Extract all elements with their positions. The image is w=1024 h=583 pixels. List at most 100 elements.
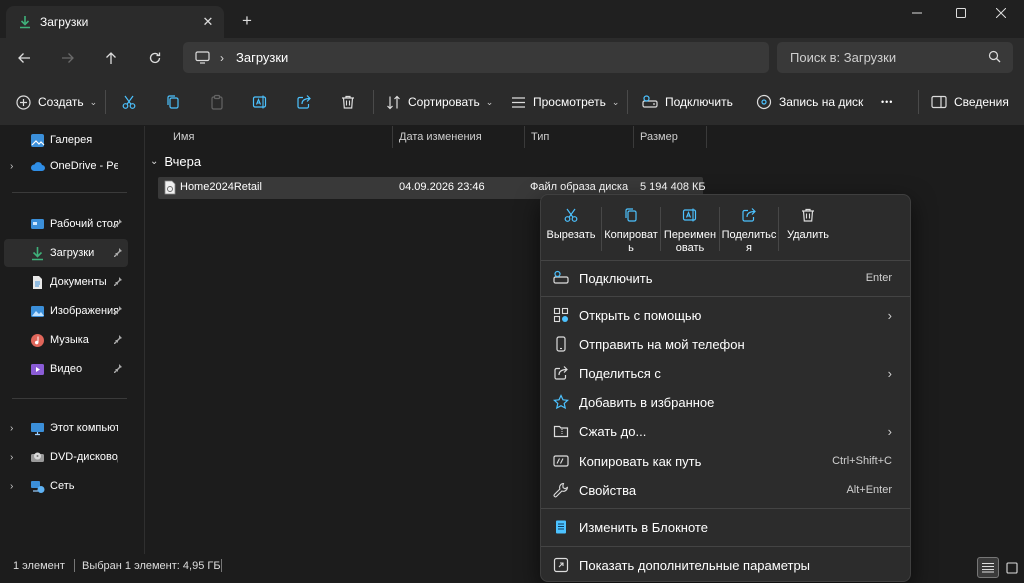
menu-item-label: Свойства: [579, 482, 637, 498]
cut-button[interactable]: [121, 88, 137, 116]
sidebar-item-videos[interactable]: Видео: [0, 355, 128, 383]
sidebar-item-desktop[interactable]: Рабочий стол: [0, 210, 128, 238]
share-icon: [742, 208, 756, 222]
quick-action-label: Вырезать: [546, 229, 596, 241]
context-delete-button[interactable]: Удалить: [779, 203, 837, 261]
context-share-button[interactable]: Поделитьс я: [720, 203, 778, 261]
sidebar-item-onedrive[interactable]: › OneDrive - Personal: [0, 152, 128, 180]
refresh-icon: [149, 52, 161, 64]
details-pane-icon: [931, 95, 947, 109]
network-icon: [31, 481, 45, 493]
create-button[interactable]: Создать ⌄: [16, 88, 97, 116]
sidebar-item-downloads[interactable]: Загрузки: [4, 239, 128, 267]
expand-chevron-icon[interactable]: ›: [10, 452, 13, 463]
sidebar-scrollbar[interactable]: [128, 126, 138, 554]
context-cut-button[interactable]: Вырезать: [542, 203, 600, 261]
maximize-icon: [956, 8, 966, 18]
menu-item-connect[interactable]: Подключить Enter: [545, 264, 906, 292]
sidebar-item-pictures[interactable]: Изображения: [0, 297, 128, 325]
new-tab-button[interactable]: +: [234, 8, 260, 34]
view-button[interactable]: Просмотреть ⌄: [511, 88, 619, 116]
menu-item-label: Сжать до...: [579, 423, 647, 439]
shortcut-text: Ctrl+Shift+C: [832, 455, 892, 467]
search-placeholder: Поиск в: Загрузки: [790, 50, 897, 65]
details-view-button[interactable]: [977, 557, 999, 578]
context-rename-button[interactable]: Переимен овать: [661, 203, 719, 261]
pin-icon: [114, 335, 122, 344]
expand-chevron-icon[interactable]: ›: [10, 481, 13, 492]
share-icon: [297, 95, 311, 109]
delete-button[interactable]: [340, 88, 356, 116]
search-icon: [988, 50, 1001, 63]
sidebar-item-label: OneDrive - Personal: [50, 160, 118, 172]
minimize-button[interactable]: [894, 0, 940, 26]
column-divider[interactable]: [524, 126, 525, 148]
menu-item-open-with[interactable]: Открыть с помощью ›: [545, 301, 906, 329]
close-tab-button[interactable]: ✕: [196, 10, 220, 34]
column-header-date[interactable]: Дата изменения: [399, 126, 482, 148]
sidebar-item-music[interactable]: Музыка: [0, 326, 128, 354]
menu-divider: [541, 260, 910, 261]
more-options-button[interactable]: •••: [881, 88, 893, 116]
menu-item-compress-to[interactable]: Сжать до... ›: [545, 417, 906, 445]
submenu-chevron-icon: ›: [887, 423, 892, 439]
column-divider[interactable]: [633, 126, 634, 148]
arrow-left-icon: [18, 53, 30, 63]
context-menu: Вырезать Копироват ь Переимен овать Поде…: [540, 194, 911, 582]
sidebar-item-dvd-drive[interactable]: › DVD-дисковод (E:): [0, 443, 128, 471]
sidebar-item-label: Изображения: [50, 305, 118, 317]
copy-button[interactable]: [165, 88, 181, 116]
address-bar[interactable]: › Загрузки: [183, 42, 769, 73]
connect-button[interactable]: Подключить: [642, 88, 733, 116]
sort-button[interactable]: Сортировать ⌄: [386, 88, 493, 116]
toolbar-divider: [918, 90, 919, 114]
tab-downloads[interactable]: Загрузки ✕: [6, 6, 224, 38]
context-copy-button[interactable]: Копироват ь: [602, 203, 660, 261]
shortcut-text: Alt+Enter: [846, 484, 892, 496]
sidebar-item-this-pc[interactable]: › Этот компьютер: [0, 414, 128, 442]
column-header-type[interactable]: Тип: [531, 126, 549, 148]
back-button[interactable]: [9, 43, 39, 73]
menu-item-show-more-options[interactable]: Показать дополнительные параметры: [545, 551, 906, 579]
menu-item-properties[interactable]: Свойства Alt+Enter: [545, 476, 906, 504]
column-divider[interactable]: [392, 126, 393, 148]
expand-chevron-icon[interactable]: ›: [10, 161, 13, 172]
menu-item-label: Показать дополнительные параметры: [579, 557, 811, 573]
phone-icon: [556, 336, 566, 352]
sort-icon: [387, 95, 400, 109]
menu-item-edit-in-notepad[interactable]: Изменить в Блокноте: [545, 513, 906, 541]
search-input[interactable]: Поиск в: Загрузки: [777, 42, 1013, 73]
menu-item-send-to-phone[interactable]: Отправить на мой телефон: [545, 330, 906, 358]
connect-label: Подключить: [665, 95, 733, 109]
details-pane-button[interactable]: Сведения: [931, 88, 1009, 116]
rename-button[interactable]: [252, 88, 268, 116]
copy-path-icon: [553, 455, 569, 467]
refresh-button[interactable]: [140, 43, 170, 73]
menu-item-copy-as-path[interactable]: Копировать как путь Ctrl+Shift+C: [545, 447, 906, 475]
column-divider[interactable]: [706, 126, 707, 148]
sidebar-item-gallery[interactable]: Галерея: [0, 126, 128, 154]
share-button[interactable]: [296, 88, 312, 116]
group-header-yesterday[interactable]: ⌄ Вчера: [150, 154, 201, 169]
paste-button[interactable]: [209, 88, 225, 116]
menu-divider: [541, 546, 910, 547]
pin-icon: [114, 306, 122, 315]
burn-disc-button[interactable]: Запись на диск: [756, 88, 863, 116]
toolbar-divider: [105, 90, 106, 114]
sidebar-item-network[interactable]: › Сеть: [0, 472, 128, 500]
address-row: › Загрузки Поиск в: Загрузки: [0, 38, 1024, 78]
tiles-view-button[interactable]: [1001, 557, 1023, 578]
menu-item-share-with[interactable]: Поделиться с ›: [545, 359, 906, 387]
breadcrumb-downloads[interactable]: Загрузки: [236, 50, 288, 65]
column-header-size[interactable]: Размер: [640, 126, 678, 148]
menu-item-label: Поделиться с: [579, 365, 661, 381]
close-window-button[interactable]: [978, 0, 1024, 26]
sidebar-item-documents[interactable]: Документы: [0, 268, 128, 296]
column-header-name[interactable]: Имя: [173, 126, 194, 148]
sidebar-item-label: Рабочий стол: [50, 218, 118, 230]
menu-item-add-favorites[interactable]: Добавить в избранное: [545, 388, 906, 416]
up-button[interactable]: [96, 43, 126, 73]
expand-chevron-icon[interactable]: ›: [10, 423, 13, 434]
forward-button[interactable]: [53, 43, 83, 73]
sidebar-item-label: Галерея: [50, 134, 93, 146]
